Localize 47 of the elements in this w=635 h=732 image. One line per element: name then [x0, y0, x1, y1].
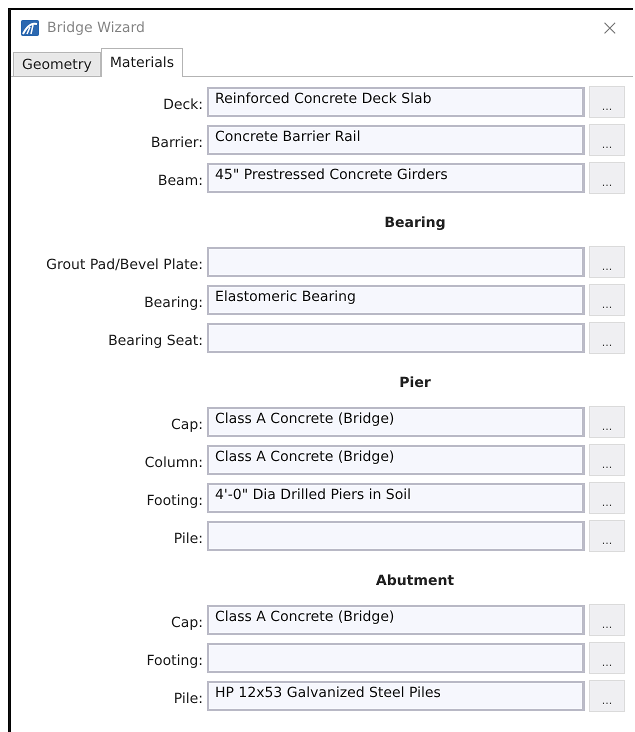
input-field[interactable]: [207, 323, 585, 353]
section-heading: Bearing: [383, 214, 447, 233]
field-label: Bearing:: [143, 294, 203, 311]
close-button[interactable]: ×: [596, 16, 623, 40]
input-field[interactable]: Class A Concrete (Bridge): [207, 407, 585, 437]
browse-button[interactable]: ...: [589, 604, 625, 636]
section-heading: Abutment: [374, 572, 456, 591]
field-label: Grout Pad/Bevel Plate:: [45, 256, 203, 273]
field-label: Barrier:: [150, 134, 203, 151]
tab[interactable]: Geometry: [13, 52, 101, 76]
field-label: Column:: [144, 454, 203, 471]
browse-button[interactable]: ...: [589, 642, 625, 674]
field-label: Cap:: [170, 416, 203, 433]
field-label: Deck:: [162, 96, 203, 113]
browse-button[interactable]: ...: [589, 406, 625, 438]
input-field[interactable]: [207, 643, 585, 673]
input-field[interactable]: HP 12x53 Galvanized Steel Piles: [207, 681, 585, 711]
input-field[interactable]: [207, 521, 585, 551]
field-label: Beam:: [156, 172, 203, 189]
browse-button[interactable]: ...: [589, 246, 625, 278]
input-field[interactable]: Concrete Barrier Rail: [207, 125, 585, 155]
input-field[interactable]: 45" Prestressed Concrete Girders: [207, 163, 585, 193]
field-label: Cap:: [170, 614, 203, 631]
field-label: Pile:: [172, 690, 203, 707]
browse-button[interactable]: ...: [589, 86, 625, 118]
browse-button[interactable]: ...: [589, 124, 625, 156]
browse-button[interactable]: ...: [589, 680, 625, 712]
field-label: Footing:: [145, 492, 203, 509]
section-heading: Pier: [398, 374, 432, 393]
field-label: Bearing Seat:: [107, 332, 203, 349]
browse-button[interactable]: ...: [589, 322, 625, 354]
input-field[interactable]: Class A Concrete (Bridge): [207, 605, 585, 635]
browse-button[interactable]: ...: [589, 520, 625, 552]
browse-button[interactable]: ...: [589, 284, 625, 316]
input-field[interactable]: Class A Concrete (Bridge): [207, 445, 585, 475]
input-field[interactable]: Reinforced Concrete Deck Slab: [207, 87, 585, 117]
browse-button[interactable]: ...: [589, 162, 625, 194]
field-label: Footing:: [145, 652, 203, 669]
browse-button[interactable]: ...: [589, 444, 625, 476]
bridge-logo-icon: [21, 20, 39, 36]
input-field[interactable]: [207, 247, 585, 277]
input-field[interactable]: 4'-0" Dia Drilled Piers in Soil: [207, 483, 585, 513]
tab[interactable]: Materials: [100, 48, 183, 77]
input-field[interactable]: Elastomeric Bearing: [207, 285, 585, 315]
browse-button[interactable]: ...: [589, 482, 625, 514]
window-title: Bridge Wizard: [47, 20, 146, 36]
field-label: Pile:: [172, 530, 203, 547]
